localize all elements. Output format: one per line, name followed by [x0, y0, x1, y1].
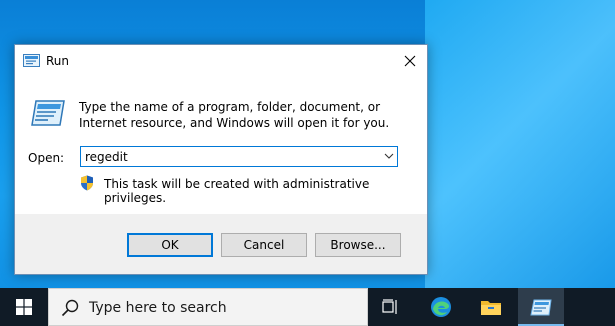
- open-label: Open:: [28, 151, 65, 165]
- file-explorer-icon: [481, 301, 501, 315]
- file-explorer-button[interactable]: [468, 288, 514, 326]
- taskbar-search-box[interactable]: Type here to search: [48, 288, 368, 326]
- taskbar: Type here to search: [0, 288, 615, 326]
- run-taskbar-button[interactable]: [518, 288, 564, 326]
- search-icon: [61, 299, 79, 317]
- dialog-description: Type the name of a program, folder, docu…: [79, 100, 390, 130]
- task-view-icon: [382, 299, 397, 314]
- start-button[interactable]: [0, 288, 47, 326]
- edge-icon: [431, 297, 451, 317]
- admin-privileges-note: This task will be created with administr…: [104, 177, 370, 205]
- run-program-icon: [31, 100, 65, 126]
- run-dialog: Run Type the name of a program, folder, …: [14, 44, 428, 275]
- title-bar[interactable]: Run: [15, 45, 427, 77]
- task-view-button[interactable]: [368, 288, 414, 326]
- cancel-button[interactable]: Cancel: [221, 233, 307, 257]
- close-icon: [404, 55, 416, 67]
- close-button[interactable]: [393, 45, 427, 77]
- browse-button[interactable]: Browse...: [315, 233, 401, 257]
- dialog-footer: OK Cancel Browse...: [15, 214, 427, 274]
- ok-button[interactable]: OK: [127, 233, 213, 257]
- windows-logo-icon: [15, 299, 32, 315]
- run-icon: [530, 299, 552, 315]
- search-placeholder: Type here to search: [89, 300, 227, 316]
- edge-button[interactable]: [418, 288, 464, 326]
- run-icon: [23, 54, 40, 67]
- open-combobox[interactable]: [80, 146, 398, 167]
- desktop-background: [425, 0, 615, 288]
- open-input[interactable]: [85, 149, 375, 165]
- chevron-down-icon[interactable]: [384, 152, 394, 160]
- dialog-title: Run: [46, 54, 70, 68]
- shield-icon: [81, 175, 93, 191]
